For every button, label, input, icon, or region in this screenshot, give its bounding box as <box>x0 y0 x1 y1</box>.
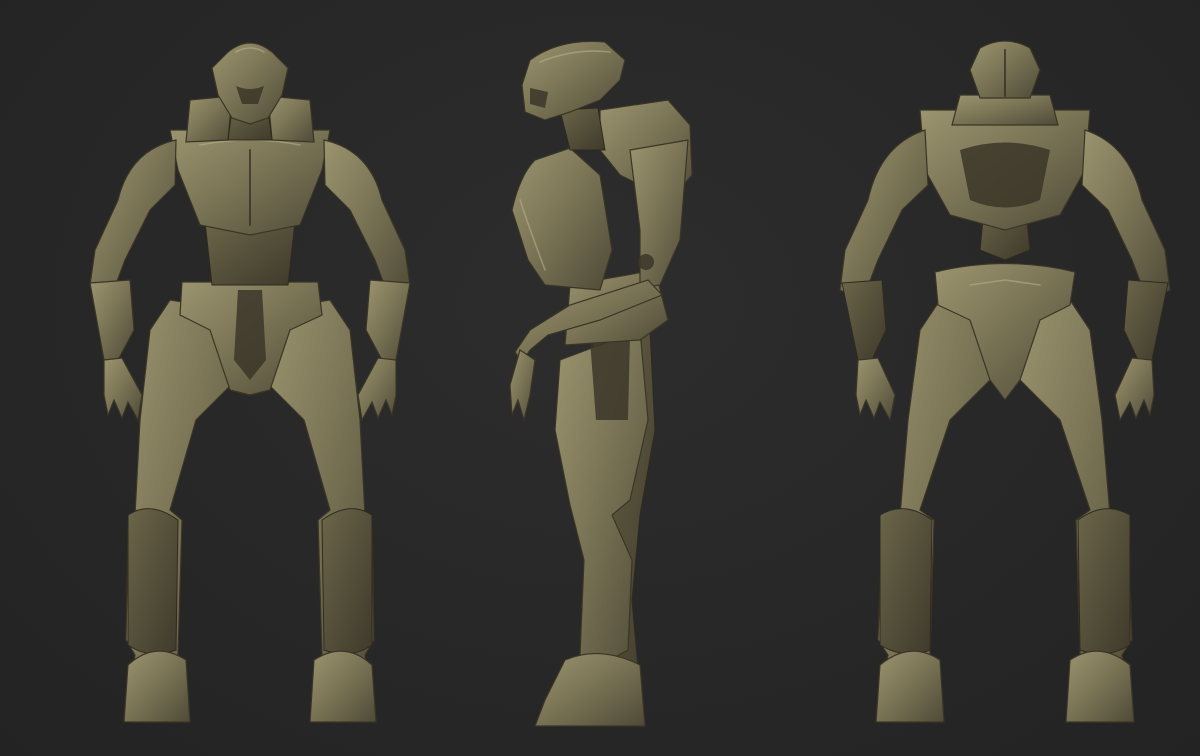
front-view-figure <box>89 42 411 723</box>
side-view-figure <box>509 40 693 727</box>
sculpt-render-canvas <box>0 0 1200 756</box>
back-view-figure <box>839 40 1171 723</box>
